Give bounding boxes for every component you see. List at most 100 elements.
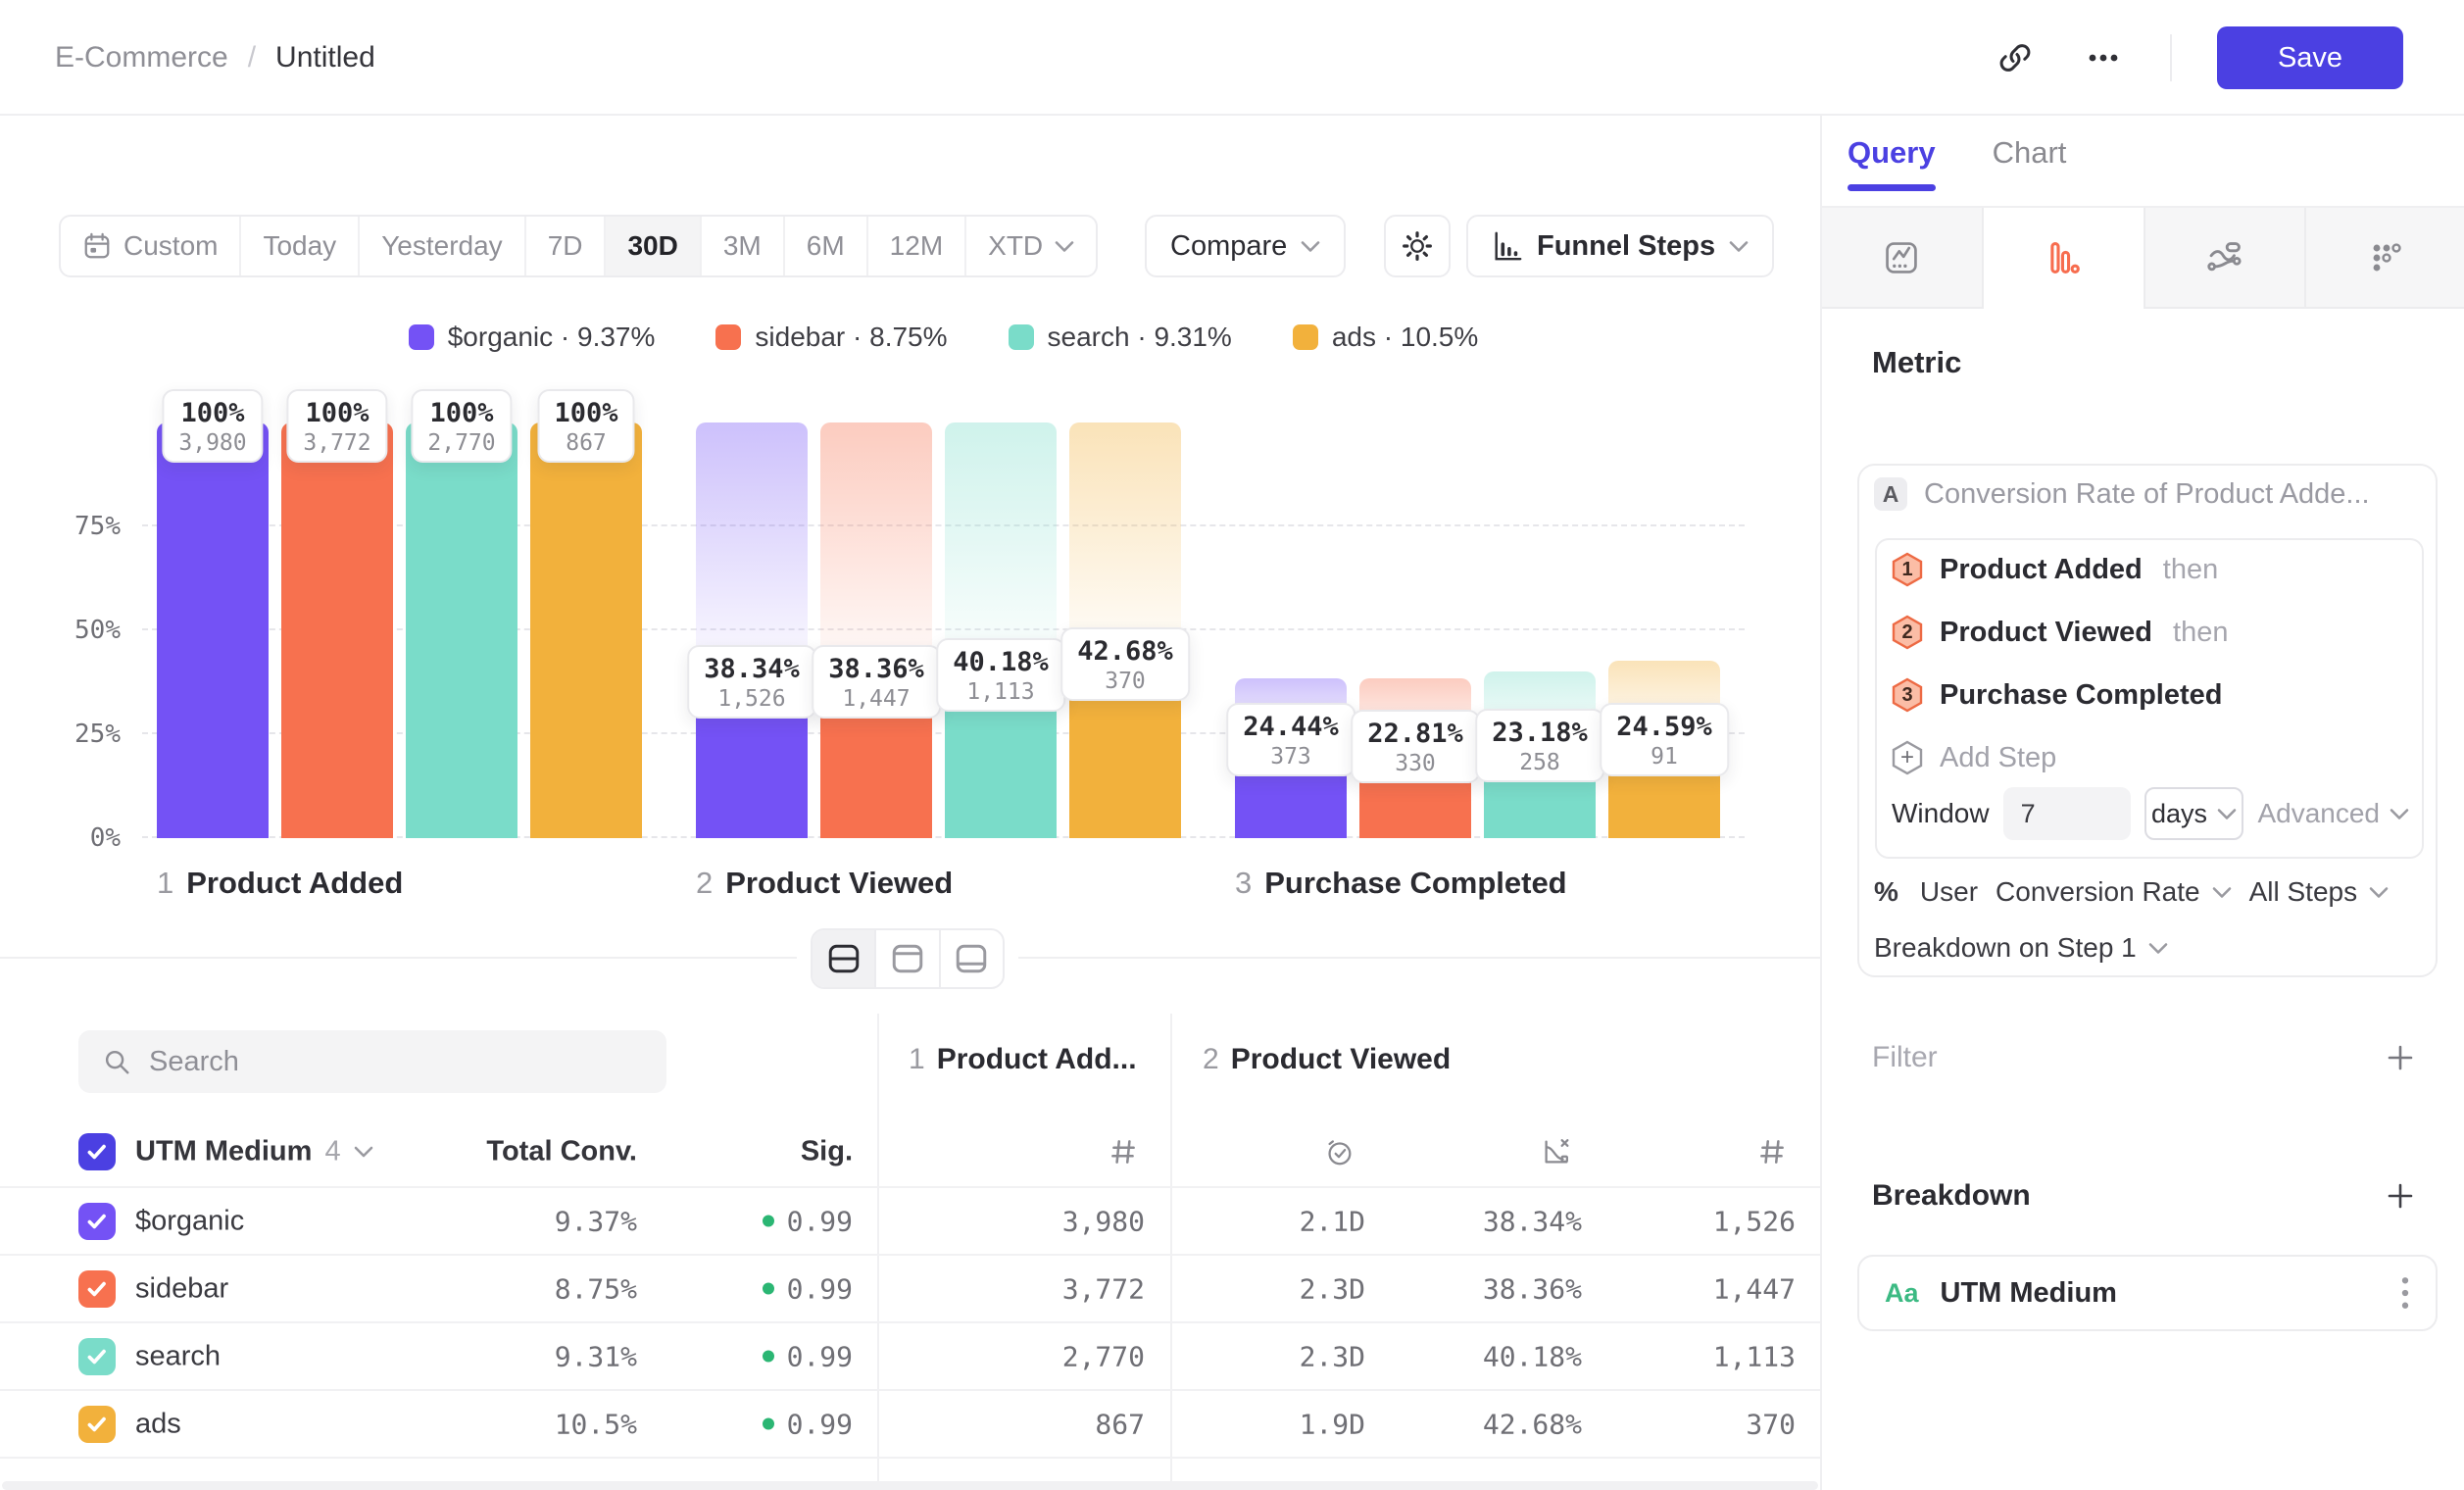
bar-value-label: 100%867 (537, 389, 634, 463)
measure-format-token[interactable]: % (1874, 876, 1898, 908)
legend-item-sidebar[interactable]: sidebar · 8.75% (715, 322, 947, 353)
step1-count-column-header[interactable] (1107, 1135, 1140, 1168)
calendar-icon (82, 231, 112, 261)
table-row-sidebar[interactable]: sidebar8.75%0.993,7722.3D38.36%1,447 (0, 1254, 1820, 1321)
row-checkbox[interactable] (78, 1203, 116, 1240)
legend-label: $organic · 9.37% (448, 322, 656, 353)
date-range-xtd[interactable]: XTD (966, 217, 1096, 275)
layout-split-button[interactable] (813, 930, 876, 987)
add-filter-button[interactable] (2385, 1042, 2416, 1073)
row-checkbox[interactable] (78, 1406, 116, 1443)
date-range-yesterday[interactable]: Yesterday (360, 217, 526, 275)
y-axis-tick: 50% (32, 616, 121, 645)
breadcrumb-separator: / (248, 41, 256, 74)
query-step-3[interactable]: 3Purchase Completed (1892, 675, 2222, 715)
window-value-input[interactable] (2003, 787, 2131, 840)
date-range-today[interactable]: Today (241, 217, 360, 275)
report-type-retention[interactable] (2306, 208, 2464, 307)
bar-organic-step1[interactable] (157, 422, 269, 838)
conversion-rate-icon (1540, 1135, 1573, 1168)
add-breakdown-button[interactable] (2385, 1180, 2416, 1212)
advanced-toggle[interactable]: Advanced (2257, 798, 2409, 829)
row-step2-rate: 40.18% (1483, 1340, 1582, 1372)
search-input[interactable] (149, 1046, 643, 1078)
bar-group-step-3: 24.44%37322.81%33023.18%25824.59%91 (1235, 422, 1720, 838)
step-event-name: Product Viewed (1940, 617, 2152, 649)
bar-slot: 38.34%1,526 (696, 422, 808, 838)
string-type-icon: Aa (1885, 1278, 1919, 1309)
select-all-checkbox[interactable] (78, 1133, 116, 1170)
row-step2-rate: 38.34% (1483, 1205, 1582, 1237)
query-step-2[interactable]: 2Product Viewedthen (1892, 613, 2228, 652)
window-unit-select[interactable]: days (2144, 787, 2244, 840)
report-type-funnels[interactable] (1984, 208, 2145, 307)
legend-item-search[interactable]: search · 9.31% (1009, 322, 1232, 353)
row-step2-count: 1,113 (1713, 1340, 1796, 1372)
more-menu-button[interactable] (2082, 36, 2125, 79)
total-conv-column-header[interactable]: Total Conv. (486, 1136, 637, 1168)
share-link-button[interactable] (1994, 36, 2037, 79)
date-range-3m[interactable]: 3M (702, 217, 785, 275)
toolbar-divider (2170, 34, 2172, 81)
top-panel-icon (890, 943, 925, 974)
row-step1-count: 3,980 (1062, 1205, 1145, 1237)
measure-scope-select[interactable]: All Steps (2249, 876, 2390, 908)
legend-swatch (409, 324, 434, 350)
legend-item-organic[interactable]: $organic · 9.37% (409, 322, 656, 353)
chart-legend: $organic · 9.37% sidebar · 8.75% search · … (142, 322, 1745, 353)
date-range-control: CustomTodayYesterday7D30D3M6M12MXTD (59, 215, 1098, 277)
panel-tabs: Query Chart (1848, 135, 2066, 191)
date-range-30d[interactable]: 30D (606, 217, 701, 275)
legend-item-ads[interactable]: ads · 10.5% (1293, 322, 1478, 353)
legend-label: ads · 10.5% (1332, 322, 1478, 353)
sig-column-header[interactable]: Sig. (801, 1136, 853, 1168)
date-range-7d[interactable]: 7D (526, 217, 607, 275)
date-range-custom[interactable]: Custom (61, 217, 241, 275)
report-type-flows[interactable] (2145, 208, 2307, 307)
row-total-conv: 9.31% (555, 1340, 637, 1372)
table-bottom-border (0, 1457, 1820, 1459)
row-checkbox[interactable] (78, 1338, 116, 1375)
step2-time-column-header[interactable] (1322, 1135, 1355, 1168)
step2-rate-column-header[interactable] (1540, 1135, 1573, 1168)
step-hexagon-badge: 2 (1892, 615, 1923, 650)
bar-search-step1[interactable] (406, 422, 517, 838)
compare-button[interactable]: Compare (1145, 215, 1346, 277)
row-checkbox[interactable] (78, 1270, 116, 1308)
add-step-button[interactable]: + Add Step (1892, 738, 2056, 777)
table-row-search[interactable]: search9.31%0.992,7702.3D40.18%1,113 (0, 1321, 1820, 1389)
metric-title-row[interactable]: A Conversion Rate of Product Adde... (1874, 477, 2370, 511)
breadcrumb-project[interactable]: E-Commerce (55, 41, 228, 74)
date-range-6m[interactable]: 6M (785, 217, 868, 275)
measure-entity-token[interactable]: User (1920, 876, 1978, 908)
breakdown-column-header[interactable]: UTM Medium 4 (135, 1136, 373, 1168)
save-button[interactable]: Save (2217, 26, 2403, 89)
row-step2-count: 370 (1746, 1408, 1796, 1440)
tab-query[interactable]: Query (1848, 135, 1936, 191)
bar-slot: 100%3,772 (281, 422, 393, 838)
horizontal-scrollbar[interactable] (2, 1481, 1818, 1490)
layout-table-only-button[interactable] (941, 930, 1003, 987)
breakdown-property-card[interactable]: Aa UTM Medium (1857, 1255, 2438, 1331)
query-step-1[interactable]: 1Product Addedthen (1892, 550, 2218, 589)
step2-count-column-header[interactable] (1755, 1135, 1789, 1168)
breakdown-options-button[interactable] (2400, 1275, 2410, 1311)
breakdown-on-step-select[interactable]: Breakdown on Step 1 (1874, 928, 2168, 968)
layout-chart-only-button[interactable] (876, 930, 940, 987)
chart-settings-button[interactable] (1384, 215, 1451, 277)
tab-chart[interactable]: Chart (1993, 135, 2067, 191)
row-sig: 0.99 (763, 1272, 853, 1305)
table-row-ads[interactable]: ads10.5%0.998671.9D42.68%370 (0, 1389, 1820, 1457)
measure-metric-select[interactable]: Conversion Rate (1996, 876, 2232, 908)
table-row-organic[interactable]: $organic9.37%0.993,9802.1D38.34%1,526 (0, 1186, 1820, 1254)
table-search (78, 1030, 666, 1093)
date-range-12m[interactable]: 12M (868, 217, 966, 275)
report-type-insights[interactable] (1822, 208, 1984, 307)
chart-type-button[interactable]: Funnel Steps (1466, 215, 1774, 277)
app-root: E-Commerce / Untitled Save CustomTodayYe… (0, 0, 2464, 1490)
bar-sidebar-step1[interactable] (281, 422, 393, 838)
chevron-down-icon (2212, 886, 2232, 899)
row-total-conv: 9.37% (555, 1205, 637, 1237)
bar-ads-step1[interactable] (530, 422, 642, 838)
step-axis-label-1: 1Product Added (157, 866, 403, 901)
